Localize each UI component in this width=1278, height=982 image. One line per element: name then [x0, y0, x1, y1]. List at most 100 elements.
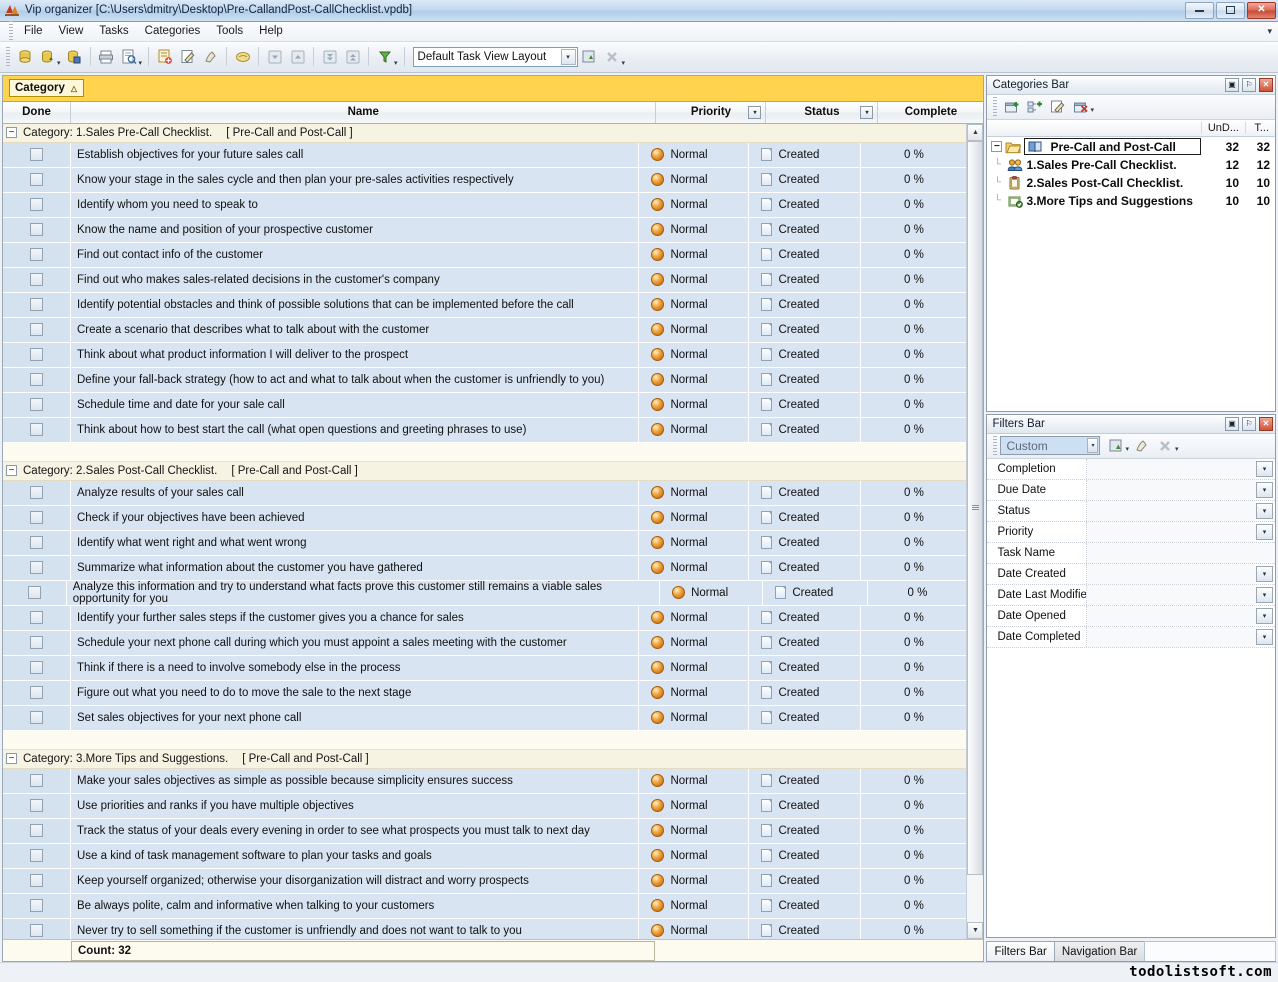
task-complete-cell[interactable]: 0 %	[861, 919, 966, 939]
done-checkbox[interactable]	[30, 536, 43, 549]
done-checkbox[interactable]	[30, 561, 43, 574]
task-complete-cell[interactable]: 0 %	[861, 143, 966, 167]
task-name-cell[interactable]: Check if your objectives have been achie…	[71, 506, 639, 530]
task-status-cell[interactable]: Created	[749, 606, 861, 630]
task-priority-cell[interactable]: Normal	[639, 531, 749, 555]
filter-row[interactable]: Date Opened▾	[987, 606, 1275, 627]
task-done-cell[interactable]	[3, 531, 71, 555]
task-complete-cell[interactable]: 0 %	[868, 581, 966, 605]
restore-button[interactable]	[1216, 2, 1245, 19]
filter-chevron-down-icon[interactable]: ▾	[1256, 587, 1273, 603]
task-priority-cell[interactable]: Normal	[639, 218, 749, 242]
task-done-cell[interactable]	[3, 581, 67, 605]
task-done-cell[interactable]	[3, 706, 71, 730]
done-checkbox[interactable]	[30, 423, 43, 436]
task-priority-cell[interactable]: Normal	[639, 656, 749, 680]
move-down-icon[interactable]	[263, 45, 286, 68]
done-checkbox[interactable]	[30, 661, 43, 674]
filters-overflow-chevron-down-icon[interactable]: ▾	[1175, 445, 1179, 458]
task-complete-cell[interactable]: 0 %	[861, 193, 966, 217]
task-status-cell[interactable]: Created	[749, 143, 861, 167]
task-complete-cell[interactable]: 0 %	[861, 393, 966, 417]
task-priority-cell[interactable]: Normal	[639, 769, 749, 793]
open-database-icon[interactable]	[36, 45, 59, 68]
grid-vertical-scrollbar[interactable]: ▲ ▼	[966, 124, 983, 939]
task-status-cell[interactable]: Created	[749, 919, 861, 939]
filter-chevron-down-icon[interactable]: ▾	[1256, 482, 1273, 498]
task-row[interactable]: Schedule time and date for your sale cal…	[3, 393, 966, 418]
filter-value-input[interactable]	[1087, 501, 1256, 521]
tab-navigation-bar[interactable]: Navigation Bar	[1054, 941, 1145, 961]
done-checkbox[interactable]	[30, 148, 43, 161]
task-name-cell[interactable]: Create a scenario that describes what to…	[71, 318, 639, 342]
category-tree-item[interactable]: └3.More Tips and Suggestions1010	[987, 192, 1275, 210]
filter-row[interactable]: Date Completed▾	[987, 627, 1275, 648]
task-status-cell[interactable]: Created	[749, 844, 861, 868]
done-checkbox[interactable]	[30, 198, 43, 211]
column-header-name[interactable]: Name	[71, 102, 656, 123]
move-top-icon[interactable]	[341, 45, 364, 68]
task-complete-cell[interactable]: 0 %	[861, 218, 966, 242]
filter-row[interactable]: Task Name	[987, 543, 1275, 564]
group-by-bar[interactable]: Category △	[3, 76, 983, 102]
open-database-dropdown-chevron-down-icon[interactable]: ▾	[57, 59, 61, 72]
filter-chevron-down-icon[interactable]: ▾	[1256, 461, 1273, 477]
task-name-cell[interactable]: Think if there is a need to involve some…	[71, 656, 639, 680]
task-row[interactable]: Think about what product information I w…	[3, 343, 966, 368]
new-database-icon[interactable]	[13, 45, 36, 68]
category-group-row[interactable]: −Category: 1.Sales Pre-Call Checklist.[ …	[3, 124, 966, 143]
task-status-cell[interactable]: Created	[749, 268, 861, 292]
scroll-down-button[interactable]: ▼	[967, 922, 983, 939]
priority-filter-chevron-down-icon[interactable]: ▾	[748, 106, 761, 119]
task-complete-cell[interactable]: 0 %	[861, 769, 966, 793]
done-checkbox[interactable]	[30, 511, 43, 524]
task-complete-cell[interactable]: 0 %	[861, 656, 966, 680]
task-status-cell[interactable]: Created	[749, 869, 861, 893]
filter-value-input[interactable]	[1087, 627, 1256, 647]
task-complete-cell[interactable]: 0 %	[861, 556, 966, 580]
task-row[interactable]: Figure out what you need to do to move t…	[3, 681, 966, 706]
save-filter-icon[interactable]	[1104, 434, 1127, 457]
task-complete-cell[interactable]: 0 %	[861, 243, 966, 267]
filter-preset-chevron-down-icon[interactable]: ▾	[1087, 438, 1098, 453]
task-name-cell[interactable]: Know your stage in the sales cycle and t…	[71, 168, 639, 192]
categories-toolbar-grip[interactable]	[993, 97, 997, 117]
status-filter-chevron-down-icon[interactable]: ▾	[860, 106, 873, 119]
task-priority-cell[interactable]: Normal	[639, 318, 749, 342]
filter-row[interactable]: Completion▾	[987, 459, 1275, 480]
task-complete-cell[interactable]: 0 %	[861, 819, 966, 843]
scrollbar-thumb[interactable]	[967, 141, 983, 875]
delete-category-icon[interactable]	[1069, 95, 1092, 118]
task-row[interactable]: Summarize what information about the cus…	[3, 556, 966, 581]
task-row[interactable]: Know your stage in the sales cycle and t…	[3, 168, 966, 193]
task-status-cell[interactable]: Created	[749, 631, 861, 655]
categories-close-panel-button[interactable]: ✕	[1259, 78, 1273, 92]
filter-value-input[interactable]	[1087, 585, 1256, 605]
task-done-cell[interactable]	[3, 919, 71, 939]
task-status-cell[interactable]: Created	[749, 706, 861, 730]
task-status-cell[interactable]: Created	[749, 243, 861, 267]
menu-grip[interactable]	[9, 21, 13, 41]
done-checkbox[interactable]	[30, 799, 43, 812]
task-priority-cell[interactable]: Normal	[639, 606, 749, 630]
task-complete-cell[interactable]: 0 %	[861, 168, 966, 192]
filter-value-input[interactable]	[1087, 564, 1256, 584]
done-checkbox[interactable]	[30, 348, 43, 361]
column-header-complete[interactable]: Complete	[878, 102, 983, 123]
task-priority-cell[interactable]: Normal	[639, 368, 749, 392]
task-complete-cell[interactable]: 0 %	[861, 531, 966, 555]
task-complete-cell[interactable]: 0 %	[861, 681, 966, 705]
task-row[interactable]: Track the status of your deals every eve…	[3, 819, 966, 844]
task-status-cell[interactable]: Created	[749, 556, 861, 580]
task-name-cell[interactable]: Set sales objectives for your next phone…	[71, 706, 639, 730]
task-status-cell[interactable]: Created	[763, 581, 868, 605]
task-complete-cell[interactable]: 0 %	[861, 606, 966, 630]
delete-task-icon[interactable]	[199, 45, 222, 68]
filter-row[interactable]: Due Date▾	[987, 480, 1275, 501]
filter-icon[interactable]	[373, 45, 396, 68]
task-priority-cell[interactable]: Normal	[639, 143, 749, 167]
tab-filters-bar[interactable]: Filters Bar	[986, 941, 1054, 961]
task-priority-cell[interactable]: Normal	[639, 556, 749, 580]
task-complete-cell[interactable]: 0 %	[861, 706, 966, 730]
task-name-cell[interactable]: Analyze results of your sales call	[71, 481, 639, 505]
